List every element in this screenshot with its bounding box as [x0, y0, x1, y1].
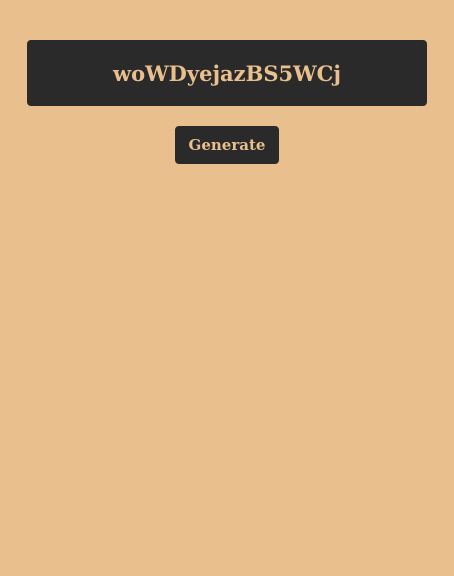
generate-button[interactable]: Generate: [175, 126, 279, 164]
generated-string-display: woWDyejazBS5WCj: [27, 40, 427, 106]
generated-string-text: woWDyejazBS5WCj: [113, 60, 341, 86]
